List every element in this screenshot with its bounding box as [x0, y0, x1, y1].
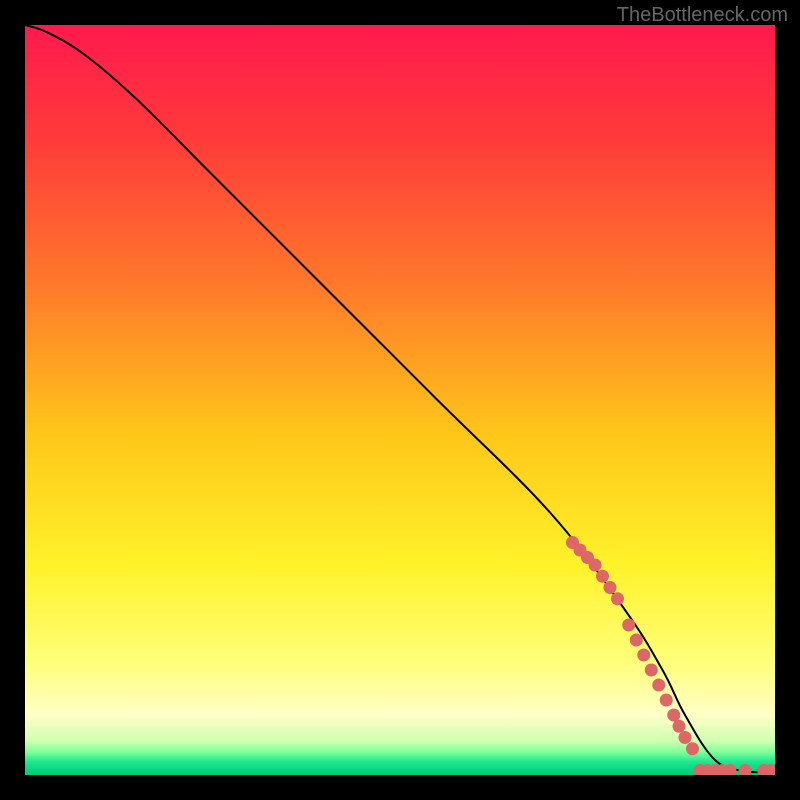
- data-point: [652, 679, 665, 692]
- data-point: [637, 649, 650, 662]
- data-point: [667, 709, 680, 722]
- data-point: [604, 581, 617, 594]
- data-point: [611, 592, 624, 605]
- data-point: [673, 720, 686, 733]
- data-point: [645, 664, 658, 677]
- bottleneck-curve-line: [25, 25, 775, 772]
- data-point: [596, 570, 609, 583]
- data-point: [739, 764, 752, 775]
- plot-area: [25, 25, 775, 775]
- data-point: [679, 731, 692, 744]
- watermark-text: TheBottleneck.com: [617, 4, 788, 27]
- data-point: [630, 634, 643, 647]
- data-point: [622, 619, 635, 632]
- data-point: [686, 742, 699, 755]
- data-point: [660, 694, 673, 707]
- chart-svg: [25, 25, 775, 775]
- data-point: [589, 559, 602, 572]
